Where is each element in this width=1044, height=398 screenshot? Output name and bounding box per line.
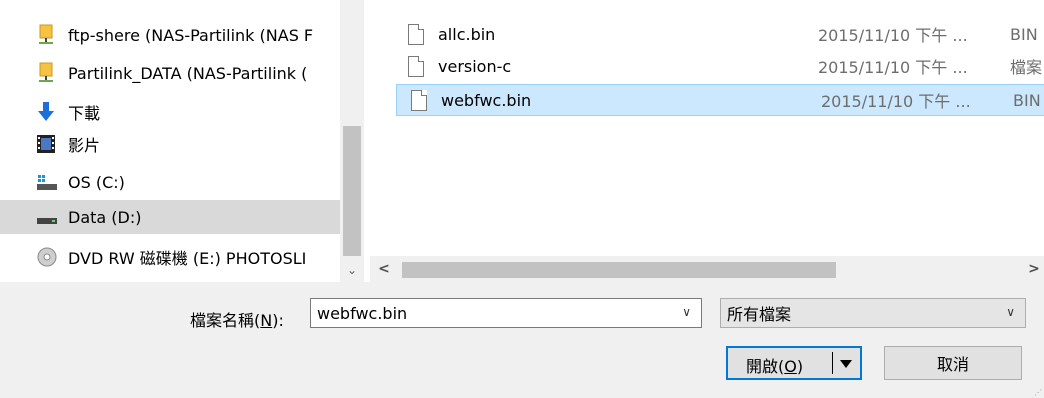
file-icon	[411, 89, 427, 111]
nav-item-label: OS (C:)	[68, 172, 125, 192]
nav-item-downloads[interactable]: 下載	[0, 95, 340, 129]
dvd-drive-icon	[36, 246, 58, 268]
network-drive-icon	[36, 62, 58, 84]
network-drive-icon	[36, 24, 58, 46]
hard-drive-icon	[36, 206, 58, 228]
file-date: 2015/11/10 下午 ...	[821, 92, 971, 111]
file-horizontal-scrollbar[interactable]: < >	[370, 256, 1044, 282]
resize-grip-icon[interactable]: ⋰	[1034, 388, 1042, 397]
nav-item-os-c[interactable]: OS (C:)	[0, 165, 340, 199]
dialog-content-area: ftp-shere (NAS-Partilink (NAS F Partilin…	[0, 0, 1044, 282]
split-separator	[832, 352, 833, 374]
nav-item-label: DVD RW 磁碟機 (E:) PHOTOSLI	[68, 249, 307, 268]
file-icon	[408, 55, 424, 77]
chevron-down-icon: ∨	[1006, 305, 1015, 319]
nav-item-dvd-e[interactable]: DVD RW 磁碟機 (E:) PHOTOSLI	[0, 240, 340, 274]
download-arrow-icon	[36, 101, 58, 123]
filetype-value: 所有檔案	[727, 305, 792, 324]
nav-item-label: 影片	[68, 136, 101, 155]
nav-item-videos[interactable]: 影片	[0, 127, 340, 161]
file-row-allc[interactable]: allc.bin 2015/11/10 下午 ... BIN	[394, 18, 1044, 50]
nav-item-label: Data (D:)	[68, 207, 142, 227]
open-button-label: 開啟(O)	[746, 357, 804, 376]
file-type: 檔案	[1010, 58, 1043, 77]
chevron-left-icon[interactable]: <	[374, 256, 394, 282]
file-list-pane: allc.bin 2015/11/10 下午 ... BIN version-c…	[380, 0, 1044, 282]
filename-label: 檔案名稱(N):	[190, 311, 284, 330]
nav-scroll-thumb[interactable]	[343, 126, 361, 256]
nav-item-label: ftp-shere (NAS-Partilink (NAS F	[68, 25, 314, 45]
file-date: 2015/11/10 下午 ...	[818, 26, 968, 45]
chevron-down-icon[interactable]: ∨	[682, 305, 691, 319]
navigation-pane: ftp-shere (NAS-Partilink (NAS F Partilin…	[0, 0, 370, 282]
file-date: 2015/11/10 下午 ...	[818, 58, 968, 77]
file-name: allc.bin	[438, 24, 496, 44]
file-row-version-c[interactable]: version-c 2015/11/10 下午 ... 檔案	[394, 50, 1044, 82]
nav-item-label: Partilink_DATA (NAS-Partilink (	[68, 63, 308, 83]
chevron-down-icon[interactable]: ⌄	[340, 258, 364, 282]
filename-input[interactable]: webfwc.bin ∨	[310, 298, 702, 328]
nav-item-ftp-shere[interactable]: ftp-shere (NAS-Partilink (NAS F	[0, 18, 340, 52]
nav-item-label: 下載	[68, 104, 101, 123]
file-type: BIN	[1010, 24, 1038, 44]
filename-value: webfwc.bin	[317, 303, 408, 323]
file-name: version-c	[438, 56, 512, 76]
video-film-icon	[36, 133, 58, 155]
file-row-webfwc[interactable]: webfwc.bin 2015/11/10 下午 ... BIN	[396, 84, 1044, 116]
nav-item-data-d[interactable]: Data (D:)	[0, 200, 340, 234]
dropdown-arrow-icon[interactable]	[840, 360, 852, 368]
file-type: BIN	[1013, 90, 1041, 110]
file-icon	[408, 23, 424, 45]
cancel-button[interactable]: 取消	[884, 346, 1022, 380]
nav-item-partilink-data[interactable]: Partilink_DATA (NAS-Partilink (	[0, 56, 340, 90]
file-scroll-thumb[interactable]	[402, 262, 836, 278]
nav-vertical-scrollbar[interactable]: ⌄	[340, 0, 364, 282]
open-button[interactable]: 開啟(O)	[726, 346, 862, 380]
file-name: webfwc.bin	[441, 90, 532, 110]
os-drive-icon	[36, 171, 58, 193]
filetype-select[interactable]: 所有檔案 ∨	[720, 298, 1026, 328]
chevron-right-icon[interactable]: >	[1024, 256, 1044, 282]
